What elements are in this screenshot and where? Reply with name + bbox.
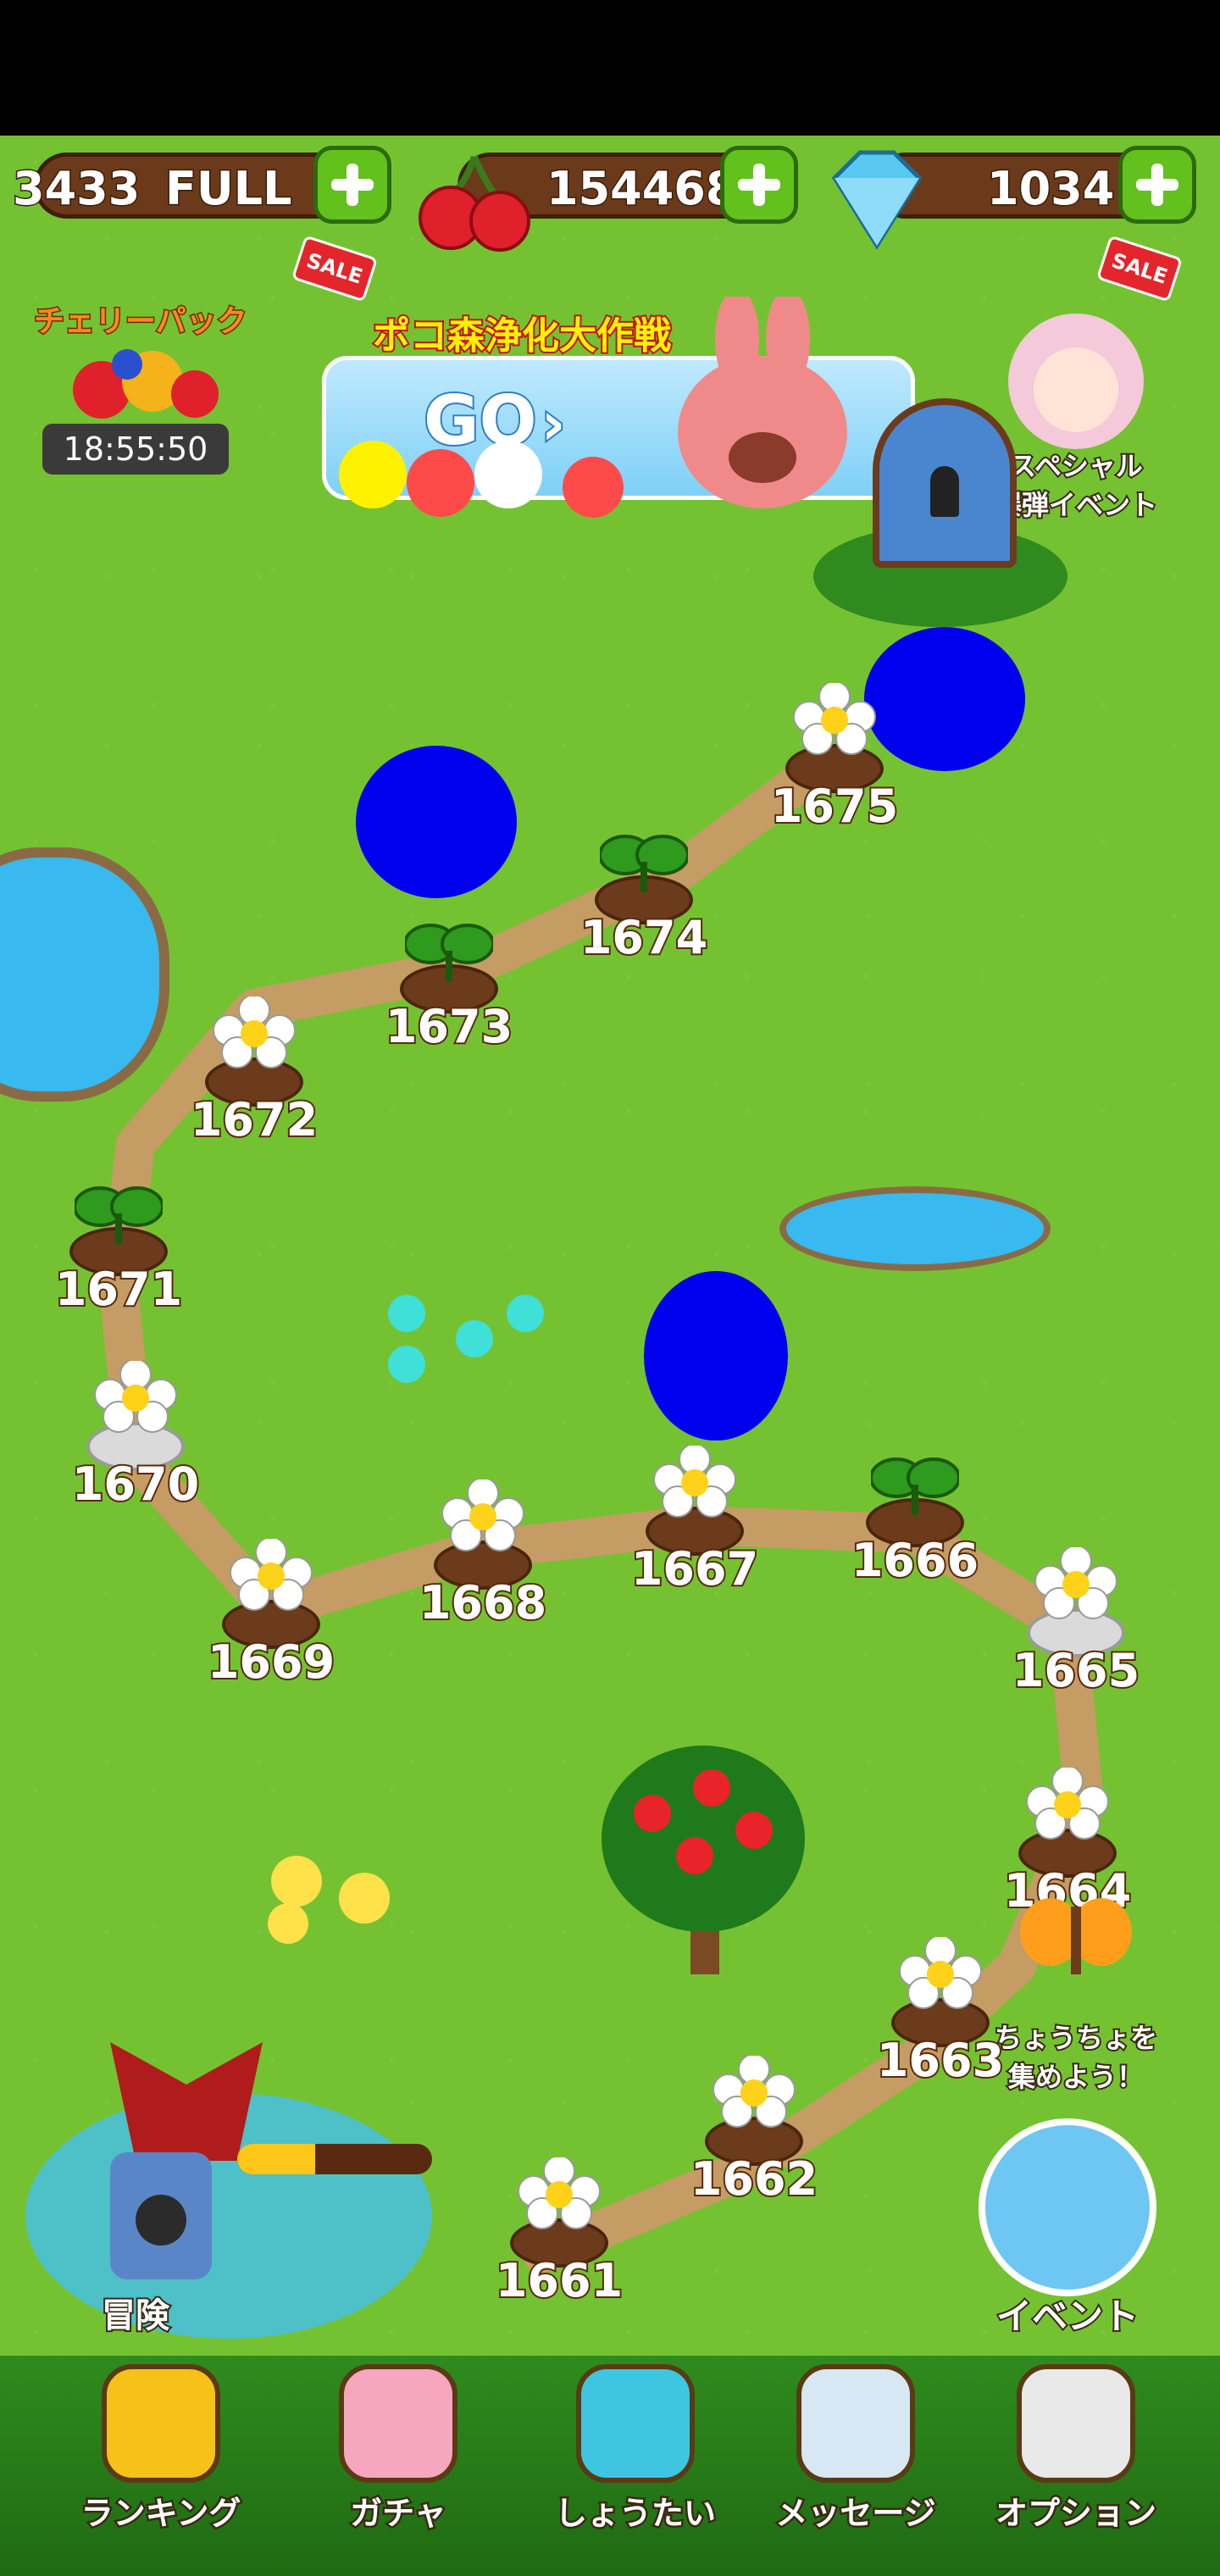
blue-door-house[interactable] [813, 381, 1068, 636]
level-node[interactable]: 1666 [847, 1432, 983, 1589]
pond-middle [779, 1186, 1051, 1271]
flower-icon [793, 683, 876, 755]
gem-icon [831, 150, 923, 250]
nav-label: オプション [993, 2493, 1158, 2534]
gear-icon [1017, 2364, 1135, 2483]
flower-icon [653, 1446, 736, 1518]
level-node[interactable]: 1670 [68, 1356, 203, 1513]
trophy-icon [102, 2364, 220, 2483]
level-number: 1670 [70, 1456, 201, 1513]
hearts-value: 3433 [11, 161, 141, 217]
adventure-progress-bar [237, 2144, 432, 2174]
flower-icon [213, 997, 296, 1069]
gems-value: 1034 [985, 161, 1115, 217]
cyan-flowers-icon [388, 1295, 544, 1383]
keyhole-icon [930, 466, 959, 517]
flower-icon [1034, 1547, 1117, 1619]
flowers-decoration-icon [339, 441, 624, 518]
level-node[interactable]: 1672 [186, 991, 322, 1148]
nav-trophy-button[interactable]: ランキング [68, 2364, 254, 2542]
bunny-icon [339, 2364, 458, 2483]
level-number: 1667 [629, 1541, 760, 1597]
add-gems-button[interactable] [1118, 146, 1196, 224]
level-node[interactable]: 1669 [203, 1534, 339, 1690]
butterfly-icon [1020, 1898, 1132, 1974]
butterfly-label: ちょうちょを 集めよう！ [993, 2020, 1159, 2095]
level-number: 1671 [53, 1261, 184, 1318]
nav-envelope-button[interactable]: メッセージ [762, 2364, 949, 2542]
flower-icon [441, 1480, 524, 1552]
adventure-button[interactable]: 冒険 [25, 2017, 432, 2339]
yellow-flowers-icon [268, 1856, 390, 1944]
sprout-icon [75, 1186, 163, 1244]
cherries-value: 154468 [545, 161, 738, 217]
envelope-icon [796, 2364, 915, 2483]
level-number: 1662 [689, 2151, 819, 2207]
nav-bunny-button[interactable]: ガチャ [305, 2364, 491, 2542]
scribble-mark-2 [356, 746, 517, 898]
level-node[interactable]: 1674 [576, 809, 712, 966]
game-screen: 3433 FULL SALE 154468 1034 SALE チェリーパック … [0, 0, 1220, 2576]
adventure-progress-fill [237, 2144, 315, 2174]
cherry-pack-promo[interactable]: チェリーパック 18:55:50 [33, 297, 248, 491]
fruit-basket-icon [73, 349, 219, 419]
flower-icon [518, 2157, 601, 2229]
nav-label: しょうたい [552, 2493, 718, 2534]
add-cherries-button[interactable] [720, 146, 798, 224]
castle-icon [110, 2152, 212, 2279]
nav-label: ランキング [79, 2493, 243, 2534]
level-number: 1675 [769, 778, 900, 835]
level-number: 1661 [494, 2252, 624, 2309]
level-number: 1668 [418, 1574, 548, 1631]
cherry-icon [419, 155, 530, 252]
sprout-icon [600, 835, 688, 892]
flower-icon [713, 2056, 796, 2128]
level-node[interactable]: 1662 [686, 2051, 822, 2207]
hearts-status: FULL [164, 161, 294, 217]
level-number: 1674 [579, 909, 709, 966]
nav-label: メッセージ [774, 2493, 938, 2534]
add-hearts-button[interactable] [313, 146, 391, 224]
level-node[interactable]: 1675 [767, 678, 902, 835]
level-number: 1673 [384, 998, 514, 1055]
level-node[interactable]: 1668 [415, 1474, 551, 1631]
nav-invite-button[interactable]: しょうたい [542, 2364, 729, 2542]
butterfly-collect-button[interactable]: ちょうちょを 集めよう！ [966, 1890, 1186, 2095]
invite-icon [576, 2364, 695, 2483]
level-number: 1666 [850, 1532, 980, 1589]
flower-bush-icon [602, 1746, 805, 1974]
level-node[interactable]: 1661 [491, 2152, 627, 2309]
nav-label: ガチャ [348, 2493, 449, 2534]
scribble-mark-3 [644, 1271, 788, 1441]
nav-gear-button[interactable]: オプション [983, 2364, 1169, 2542]
sprout-icon [405, 924, 493, 981]
adventure-label: 冒険 [100, 2295, 171, 2337]
level-number: 1669 [206, 1634, 336, 1690]
cherry-pack-timer: 18:55:50 [42, 424, 229, 475]
level-node[interactable]: 1671 [51, 1161, 186, 1318]
level-node[interactable]: 1667 [627, 1441, 762, 1597]
sprout-icon [871, 1457, 959, 1515]
level-node[interactable]: 1673 [381, 898, 517, 1055]
level-node[interactable]: 1665 [1008, 1542, 1144, 1699]
banner-title: ポコ森浄化大作戦 [371, 313, 673, 359]
event-icon [979, 2118, 1156, 2296]
event-label: イベント [995, 2294, 1140, 2339]
level-number: 1665 [1011, 1642, 1141, 1699]
level-number: 1672 [189, 1091, 319, 1148]
level-node[interactable]: 1664 [1000, 1763, 1135, 1919]
flower-icon [1026, 1768, 1109, 1840]
flower-icon [94, 1361, 177, 1433]
flower-icon [230, 1539, 313, 1611]
event-button[interactable]: イベント [966, 2118, 1169, 2339]
